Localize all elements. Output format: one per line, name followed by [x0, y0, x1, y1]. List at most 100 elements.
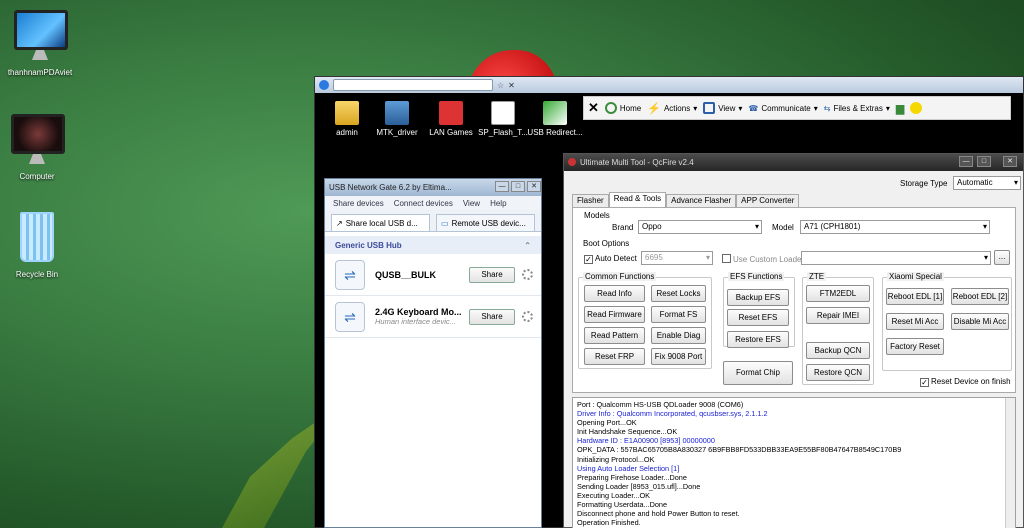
backup-qcn-button[interactable]: Backup QCN [806, 342, 870, 359]
reboot-edl-2-button[interactable]: Reboot EDL [2] [951, 288, 1009, 305]
menu-share-devices[interactable]: Share devices [333, 199, 384, 208]
actions-menu[interactable]: ⚡ Actions ▾ [647, 102, 697, 115]
format-fs-button[interactable]: Format FS [651, 306, 706, 323]
backup-efs-button[interactable]: Backup EFS [727, 289, 789, 306]
restore-efs-button[interactable]: Restore EFS [727, 331, 789, 348]
view-label: View [718, 103, 736, 113]
remote-title-bar: ☆ ✕ [315, 77, 1023, 93]
smiley-icon[interactable] [910, 102, 923, 114]
desktop-icon-label: thanhnamPDAviet [7, 68, 73, 77]
auto-detect-label: Auto Detect [595, 254, 637, 263]
maximize-button[interactable]: □ [511, 181, 525, 192]
common-functions-legend: Common Functions [583, 272, 657, 281]
read-firmware-button[interactable]: Read Firmware [584, 306, 645, 323]
tab-label: Share local USB d... [345, 218, 418, 228]
factory-reset-button[interactable]: Factory Reset [886, 338, 944, 355]
storage-type-select[interactable]: Automatic [953, 176, 1021, 190]
log-output[interactable]: Port : Qualcomm HS-USB QDLoader 9008 (CO… [572, 397, 1016, 528]
maximize-button[interactable]: □ [977, 156, 991, 167]
ung-title-bar: USB Network Gate 6.2 by Eltima... — □ ✕ [325, 179, 541, 196]
tab-read-tools[interactable]: Read & Tools [608, 192, 667, 208]
document-icon [491, 101, 515, 125]
view-menu[interactable]: View ▾ [703, 102, 742, 114]
custom-loader-checkbox[interactable]: Use Custom Loader [722, 254, 804, 264]
network-icon [439, 101, 463, 125]
log-line: Opening Port...OK [577, 418, 637, 428]
remote-icon-usb-redirect[interactable]: USB Redirect... [527, 101, 583, 137]
close-tab-icon[interactable]: ✕ [508, 81, 515, 90]
gear-icon[interactable] [522, 269, 533, 280]
repair-imei-button[interactable]: Repair IMEI [806, 307, 870, 324]
tab-advance-flasher[interactable]: Advance Flasher [666, 194, 737, 208]
files-menu[interactable]: ⇆ Files & Extras ▾ [824, 104, 890, 113]
gear-icon[interactable] [522, 311, 533, 322]
star-icon[interactable]: ☆ [497, 81, 504, 90]
custom-loader-path[interactable] [801, 251, 991, 265]
tab-app-converter[interactable]: APP Converter [736, 194, 800, 208]
close-button[interactable]: ✕ [1003, 156, 1017, 167]
remote-tab[interactable] [333, 79, 493, 91]
desktop-icon-recycle-bin[interactable]: Recycle Bin [0, 212, 77, 279]
log-line: Formatting Userdata...Done [577, 500, 668, 510]
menu-connect-devices[interactable]: Connect devices [394, 199, 453, 208]
desktop-icon-label: Recycle Bin [15, 270, 59, 279]
actions-label: Actions [663, 103, 691, 113]
collapse-icon[interactable]: ⌃ [524, 241, 531, 250]
usb-hub-header[interactable]: Generic USB Hub ⌃ [325, 236, 541, 254]
monitor-icon [14, 10, 68, 64]
files-icon: ⇆ [823, 103, 831, 113]
brand-select[interactable]: Oppo [638, 220, 762, 234]
enable-diag-button[interactable]: Enable Diag [651, 327, 706, 344]
minimize-button[interactable]: — [495, 181, 509, 192]
chat-bubble-icon[interactable]: ▆ [896, 102, 904, 115]
tab-flasher[interactable]: Flasher [572, 194, 609, 208]
model-select[interactable]: A71 (CPH1801) [800, 220, 990, 234]
read-info-button[interactable]: Read Info [584, 285, 645, 302]
reboot-edl-1-button[interactable]: Reboot EDL [1] [886, 288, 944, 305]
tab-remote-usb[interactable]: ▭ Remote USB devic... [436, 214, 535, 231]
device-row: ⇌ 2.4G Keyboard Mo... Human interface dev… [325, 296, 541, 338]
usb-icon: ⇌ [335, 301, 365, 332]
remote-icon-sp-flash[interactable]: SP_Flash_T... [475, 101, 531, 137]
minimize-button[interactable]: — [959, 156, 973, 167]
reset-locks-button[interactable]: Reset Locks [651, 285, 706, 302]
desktop-icon-computer[interactable]: Computer [0, 114, 77, 181]
remote-icon-lan-games[interactable]: LAN Games [423, 101, 479, 137]
remote-icon-mtk[interactable]: MTK_driver [369, 101, 425, 137]
desktop-icon-label: Computer [19, 172, 55, 181]
boot-options-legend: Boot Options [583, 239, 630, 248]
restore-qcn-button[interactable]: Restore QCN [806, 364, 870, 381]
share-button[interactable]: Share [469, 266, 515, 283]
xiaomi-legend: Xiaomi Special [887, 272, 944, 281]
log-scrollbar[interactable] [1005, 398, 1015, 528]
lightning-icon: ⚡ [647, 102, 661, 115]
ftm2edl-button[interactable]: FTM2EDL [806, 285, 870, 302]
communicate-menu[interactable]: ☎ Communicate ▾ [748, 104, 817, 113]
log-line: Driver Info : Qualcomm Incorporated, qcu… [577, 409, 768, 419]
reset-frp-button[interactable]: Reset FRP [584, 348, 645, 365]
browse-button[interactable]: ... [994, 250, 1010, 265]
loader-select[interactable]: 6695 [641, 251, 713, 265]
auto-detect-checkbox[interactable]: ✓ Auto Detect [584, 254, 637, 264]
device-name: 2.4G Keyboard Mo... [375, 307, 462, 317]
reset-efs-button[interactable]: Reset EFS [727, 309, 789, 326]
home-button[interactable]: Home [604, 102, 641, 114]
desktop-icon-pdaviet[interactable]: thanhnamPDAviet [0, 10, 80, 77]
disable-mi-acc-button[interactable]: Disable Mi Acc [951, 313, 1009, 330]
share-button[interactable]: Share [469, 308, 515, 325]
reset-on-finish-checkbox[interactable]: ✓ Reset Device on finish [920, 377, 1011, 387]
fix-9008-port-button[interactable]: Fix 9008 Port [651, 348, 706, 365]
read-pattern-button[interactable]: Read Pattern [584, 327, 645, 344]
remote-icon-label: USB Redirect... [527, 128, 583, 137]
remote-icon-admin[interactable]: admin [319, 101, 375, 137]
menu-help[interactable]: Help [490, 199, 506, 208]
tab-share-local[interactable]: ↗ Share local USB d... [331, 214, 430, 231]
format-chip-button[interactable]: Format Chip [723, 361, 793, 385]
close-button[interactable]: ✕ [527, 181, 541, 192]
recycle-bin-icon [11, 212, 63, 266]
close-icon[interactable]: ✕ [588, 100, 599, 116]
reset-on-finish-label: Reset Device on finish [931, 377, 1011, 386]
reset-mi-acc-button[interactable]: Reset Mi Acc [886, 313, 944, 330]
menu-view[interactable]: View [463, 199, 480, 208]
efs-functions-legend: EFS Functions [728, 272, 785, 281]
